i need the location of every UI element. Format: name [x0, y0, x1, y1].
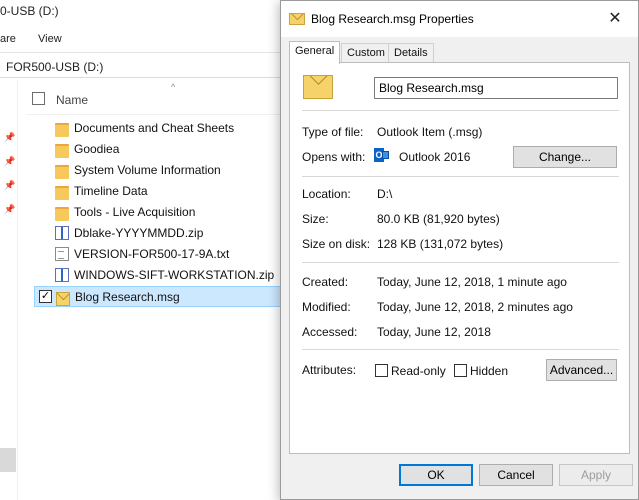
ribbon-tab-view[interactable]: View [38, 33, 62, 45]
pin-icon[interactable]: 📌 [4, 132, 15, 142]
properties-dialog: Blog Research.msg Properties ✕ General C… [280, 0, 639, 500]
location-value: D:\ [377, 187, 393, 201]
ok-button[interactable]: OK [399, 464, 473, 486]
zip-icon [55, 226, 69, 240]
modified-value: Today, June 12, 2018, 2 minutes ago [377, 300, 573, 314]
file-row[interactable]: ✓ Blog Research.msg [34, 286, 286, 307]
type-of-file-value: Outlook Item (.msg) [377, 125, 483, 139]
apply-button[interactable]: Apply [559, 464, 633, 486]
mail-message-icon [56, 292, 70, 306]
general-tab-panel: Type of file: Outlook Item (.msg) Opens … [289, 62, 630, 454]
file-row[interactable]: VERSION-FOR500-17-9A.txt [34, 244, 286, 265]
navigation-pane: 📌 📌 📌 📌 [0, 80, 18, 500]
ribbon-divider [0, 52, 285, 53]
accessed-label: Accessed: [302, 325, 358, 339]
file-name: VERSION-FOR500-17-9A.txt [74, 247, 230, 261]
file-row[interactable]: Timeline Data [34, 181, 286, 202]
tab-custom[interactable]: Custom [341, 43, 391, 63]
folder-icon [55, 207, 69, 221]
hidden-checkbox[interactable] [454, 364, 467, 377]
header-divider [26, 114, 286, 115]
file-row[interactable]: Goodiea [34, 139, 286, 160]
file-name: System Volume Information [74, 163, 221, 177]
tab-general[interactable]: General [289, 41, 341, 64]
size-on-disk-value: 128 KB (131,072 bytes) [377, 237, 504, 251]
divider [302, 176, 619, 177]
divider [302, 349, 619, 350]
created-value: Today, June 12, 2018, 1 minute ago [377, 275, 567, 289]
folder-icon [55, 186, 69, 200]
file-name-input[interactable] [374, 77, 618, 99]
ribbon-tab-share[interactable]: are [0, 33, 16, 45]
column-header-row: Name ^ [26, 82, 286, 114]
text-file-icon [55, 247, 69, 261]
mail-message-icon [303, 75, 333, 99]
explorer-ribbon: are View [0, 26, 300, 50]
mail-message-icon [289, 13, 305, 25]
outlook-icon: O [374, 148, 389, 162]
type-of-file-label: Type of file: [302, 125, 364, 139]
folder-icon [55, 144, 69, 158]
row-checkbox[interactable]: ✓ [39, 290, 52, 303]
cancel-button[interactable]: Cancel [479, 464, 553, 486]
opens-with-label: Opens with: [302, 150, 366, 164]
file-name: Timeline Data [74, 184, 148, 198]
file-row[interactable]: Documents and Cheat Sheets [34, 118, 286, 139]
tab-details[interactable]: Details [388, 43, 434, 63]
file-name: Blog Research.msg [75, 290, 180, 304]
hidden-label[interactable]: Hidden [470, 364, 508, 378]
file-row[interactable]: System Volume Information [34, 160, 286, 181]
navigation-selected-item[interactable] [0, 448, 16, 472]
folder-icon [55, 165, 69, 179]
file-name: Dblake-YYYYMMDD.zip [74, 226, 204, 240]
sort-ascending-icon: ^ [171, 82, 176, 92]
read-only-checkbox[interactable] [375, 364, 388, 377]
accessed-value: Today, June 12, 2018 [377, 325, 491, 339]
size-on-disk-label: Size on disk: [302, 237, 371, 251]
dialog-titlebar[interactable]: Blog Research.msg Properties ✕ [281, 1, 638, 37]
pin-icon[interactable]: 📌 [4, 204, 15, 214]
dialog-title: Blog Research.msg Properties [311, 12, 474, 26]
select-all-checkbox[interactable] [32, 92, 45, 105]
read-only-label[interactable]: Read-only [391, 364, 446, 378]
file-name: WINDOWS-SIFT-WORKSTATION.zip [74, 268, 275, 282]
divider [302, 262, 619, 263]
created-label: Created: [302, 275, 349, 289]
file-row[interactable]: Dblake-YYYYMMDD.zip [34, 223, 286, 244]
file-name: Tools - Live Acquisition [74, 205, 196, 219]
attributes-label: Attributes: [302, 363, 357, 377]
address-bar[interactable]: FOR500-USB (D:) [0, 56, 285, 78]
pin-icon[interactable]: 📌 [4, 156, 15, 166]
folder-icon [55, 123, 69, 137]
envelope-icon [382, 151, 389, 159]
pin-icon[interactable]: 📌 [4, 180, 15, 190]
location-label: Location: [302, 187, 351, 201]
advanced-button[interactable]: Advanced... [546, 359, 617, 381]
zip-icon [55, 268, 69, 282]
file-row[interactable]: Tools - Live Acquisition [34, 202, 286, 223]
file-row[interactable]: WINDOWS-SIFT-WORKSTATION.zip [34, 265, 286, 286]
size-value: 80.0 KB (81,920 bytes) [377, 212, 500, 226]
divider [302, 110, 619, 111]
close-icon[interactable]: ✕ [603, 9, 627, 29]
size-label: Size: [302, 212, 329, 226]
file-name: Documents and Cheat Sheets [74, 121, 235, 135]
change-button[interactable]: Change... [513, 146, 617, 168]
explorer-title: 0-USB (D:) [0, 4, 59, 18]
modified-label: Modified: [302, 300, 351, 314]
file-name: Goodiea [74, 142, 120, 156]
column-header-name[interactable]: Name [56, 93, 88, 107]
address-path: FOR500-USB (D:) [6, 60, 104, 74]
dialog-footer: OK Cancel Apply [281, 457, 638, 499]
opens-with-value: Outlook 2016 [399, 150, 471, 164]
